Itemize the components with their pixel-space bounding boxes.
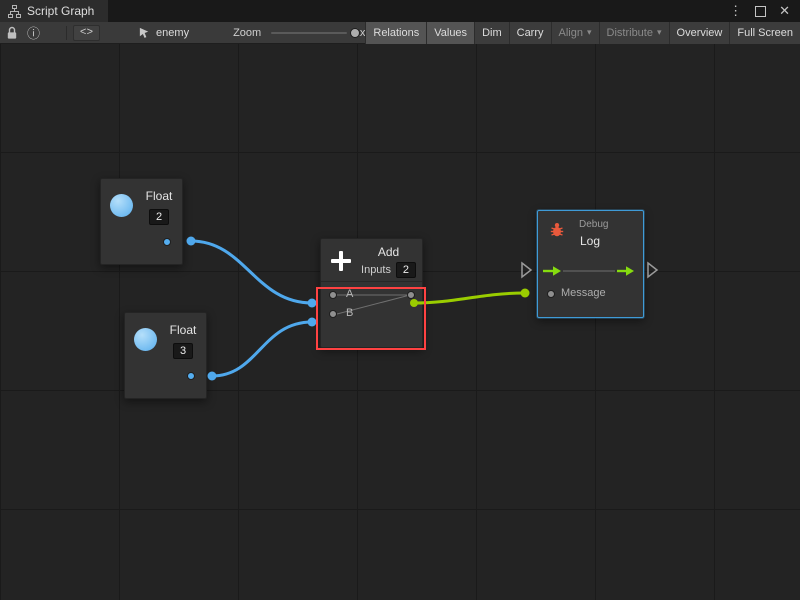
control-input-arrow-icon [543, 266, 561, 276]
input-port-b[interactable] [329, 310, 337, 318]
toolbar-buttons: Relations Values Dim Carry Align ▾ Distr… [365, 22, 800, 44]
node-title: Float [165, 323, 201, 337]
wire-endpoint[interactable] [521, 289, 530, 298]
graph-toolbar: ⓘ <> enemy Zoom 1x Relations Values Dim [0, 22, 800, 44]
tab-script-graph[interactable]: Script Graph [0, 0, 108, 22]
plus-icon [329, 249, 353, 273]
tab-title: Script Graph [27, 4, 94, 18]
port-b-label: B [346, 307, 353, 319]
window-controls: ⋮ ✕ [729, 0, 800, 22]
distribute-label: Distribute [607, 27, 653, 39]
inputs-label: Inputs [361, 264, 391, 276]
message-input-port[interactable] [547, 290, 555, 298]
dim-button[interactable]: Dim [474, 22, 509, 44]
toolbar-separator [66, 26, 67, 40]
graph-asset-icon [138, 26, 151, 39]
carry-label: Carry [517, 27, 544, 39]
zoom-slider[interactable] [271, 27, 347, 39]
add-node-header: Add Inputs 2 [321, 239, 422, 281]
wire-endpoint[interactable] [308, 299, 317, 308]
float-output-port[interactable] [163, 238, 171, 246]
zoom-label: Zoom [233, 27, 261, 39]
node-title: Add [378, 245, 399, 259]
message-label: Message [561, 287, 606, 299]
overview-label: Overview [677, 27, 723, 39]
graph-canvas[interactable]: Float 2 Float 3 Add [0, 44, 800, 600]
code-view-button[interactable]: <> [73, 25, 100, 41]
control-input-triangle-icon[interactable] [522, 263, 531, 277]
carry-button[interactable]: Carry [509, 22, 551, 44]
lock-glyph [6, 26, 18, 40]
chevron-down-icon: ▾ [587, 27, 592, 38]
control-flow-row[interactable] [538, 263, 643, 279]
full-screen-button[interactable]: Full Screen [729, 22, 800, 44]
bug-icon [549, 222, 565, 238]
wire-endpoint[interactable] [208, 372, 217, 381]
relations-label: Relations [373, 27, 419, 39]
full-screen-label: Full Screen [737, 27, 793, 39]
debug-log-node[interactable]: Debug Log Message [537, 210, 644, 318]
node-title: Log [580, 234, 600, 248]
distribute-dropdown[interactable]: Distribute ▾ [599, 22, 669, 44]
zoom-slider-track[interactable] [271, 32, 347, 34]
float-value-field[interactable]: 2 [149, 209, 169, 225]
sum-output-port[interactable] [407, 291, 415, 299]
input-port-a[interactable] [329, 291, 337, 299]
relations-button[interactable]: Relations [365, 22, 426, 44]
overview-button[interactable]: Overview [669, 22, 730, 44]
wire-float1-to-a[interactable] [191, 241, 312, 303]
menu-icon[interactable]: ⋮ [729, 0, 742, 22]
control-output-triangle-icon[interactable] [648, 263, 657, 277]
values-label: Values [434, 27, 467, 39]
float-node-1[interactable]: Float 2 [100, 178, 183, 265]
wire-endpoint[interactable] [187, 237, 196, 246]
float-type-icon [134, 328, 157, 351]
zoom-slider-thumb[interactable] [350, 28, 360, 38]
title-bar: Script Graph ⋮ ✕ [0, 0, 800, 22]
align-dropdown[interactable]: Align ▾ [551, 22, 599, 44]
close-icon[interactable]: ✕ [779, 0, 790, 22]
align-label: Align [559, 27, 583, 39]
script-graph-icon [8, 5, 21, 18]
node-title: Float [141, 189, 177, 203]
port-a-label: A [346, 288, 353, 300]
float-output-port[interactable] [187, 372, 195, 380]
values-button[interactable]: Values [426, 22, 474, 44]
node-category: Debug [579, 219, 608, 230]
wire-sum-to-message[interactable] [414, 293, 525, 303]
inputs-count-field[interactable]: 2 [396, 262, 416, 278]
float-type-icon [110, 194, 133, 217]
wire-float2-to-b[interactable] [212, 322, 312, 376]
maximize-icon[interactable] [755, 6, 766, 17]
inspector-info-icon[interactable]: ⓘ [27, 23, 40, 43]
dim-label: Dim [482, 27, 502, 39]
float-node-2[interactable]: Float 3 [124, 312, 207, 399]
chevron-down-icon: ▾ [657, 27, 662, 38]
add-node[interactable]: Add Inputs 2 A B [320, 238, 423, 348]
float-value-field[interactable]: 3 [173, 343, 193, 359]
lock-icon[interactable] [6, 23, 18, 43]
wire-endpoint[interactable] [308, 318, 317, 327]
graph-reference[interactable]: enemy [138, 26, 189, 39]
graph-name: enemy [156, 27, 189, 39]
control-output-arrow-icon [617, 266, 634, 276]
script-graph-window: Script Graph ⋮ ✕ ⓘ <> enemy Zoom [0, 0, 800, 600]
add-node-ports: A B [321, 281, 422, 344]
